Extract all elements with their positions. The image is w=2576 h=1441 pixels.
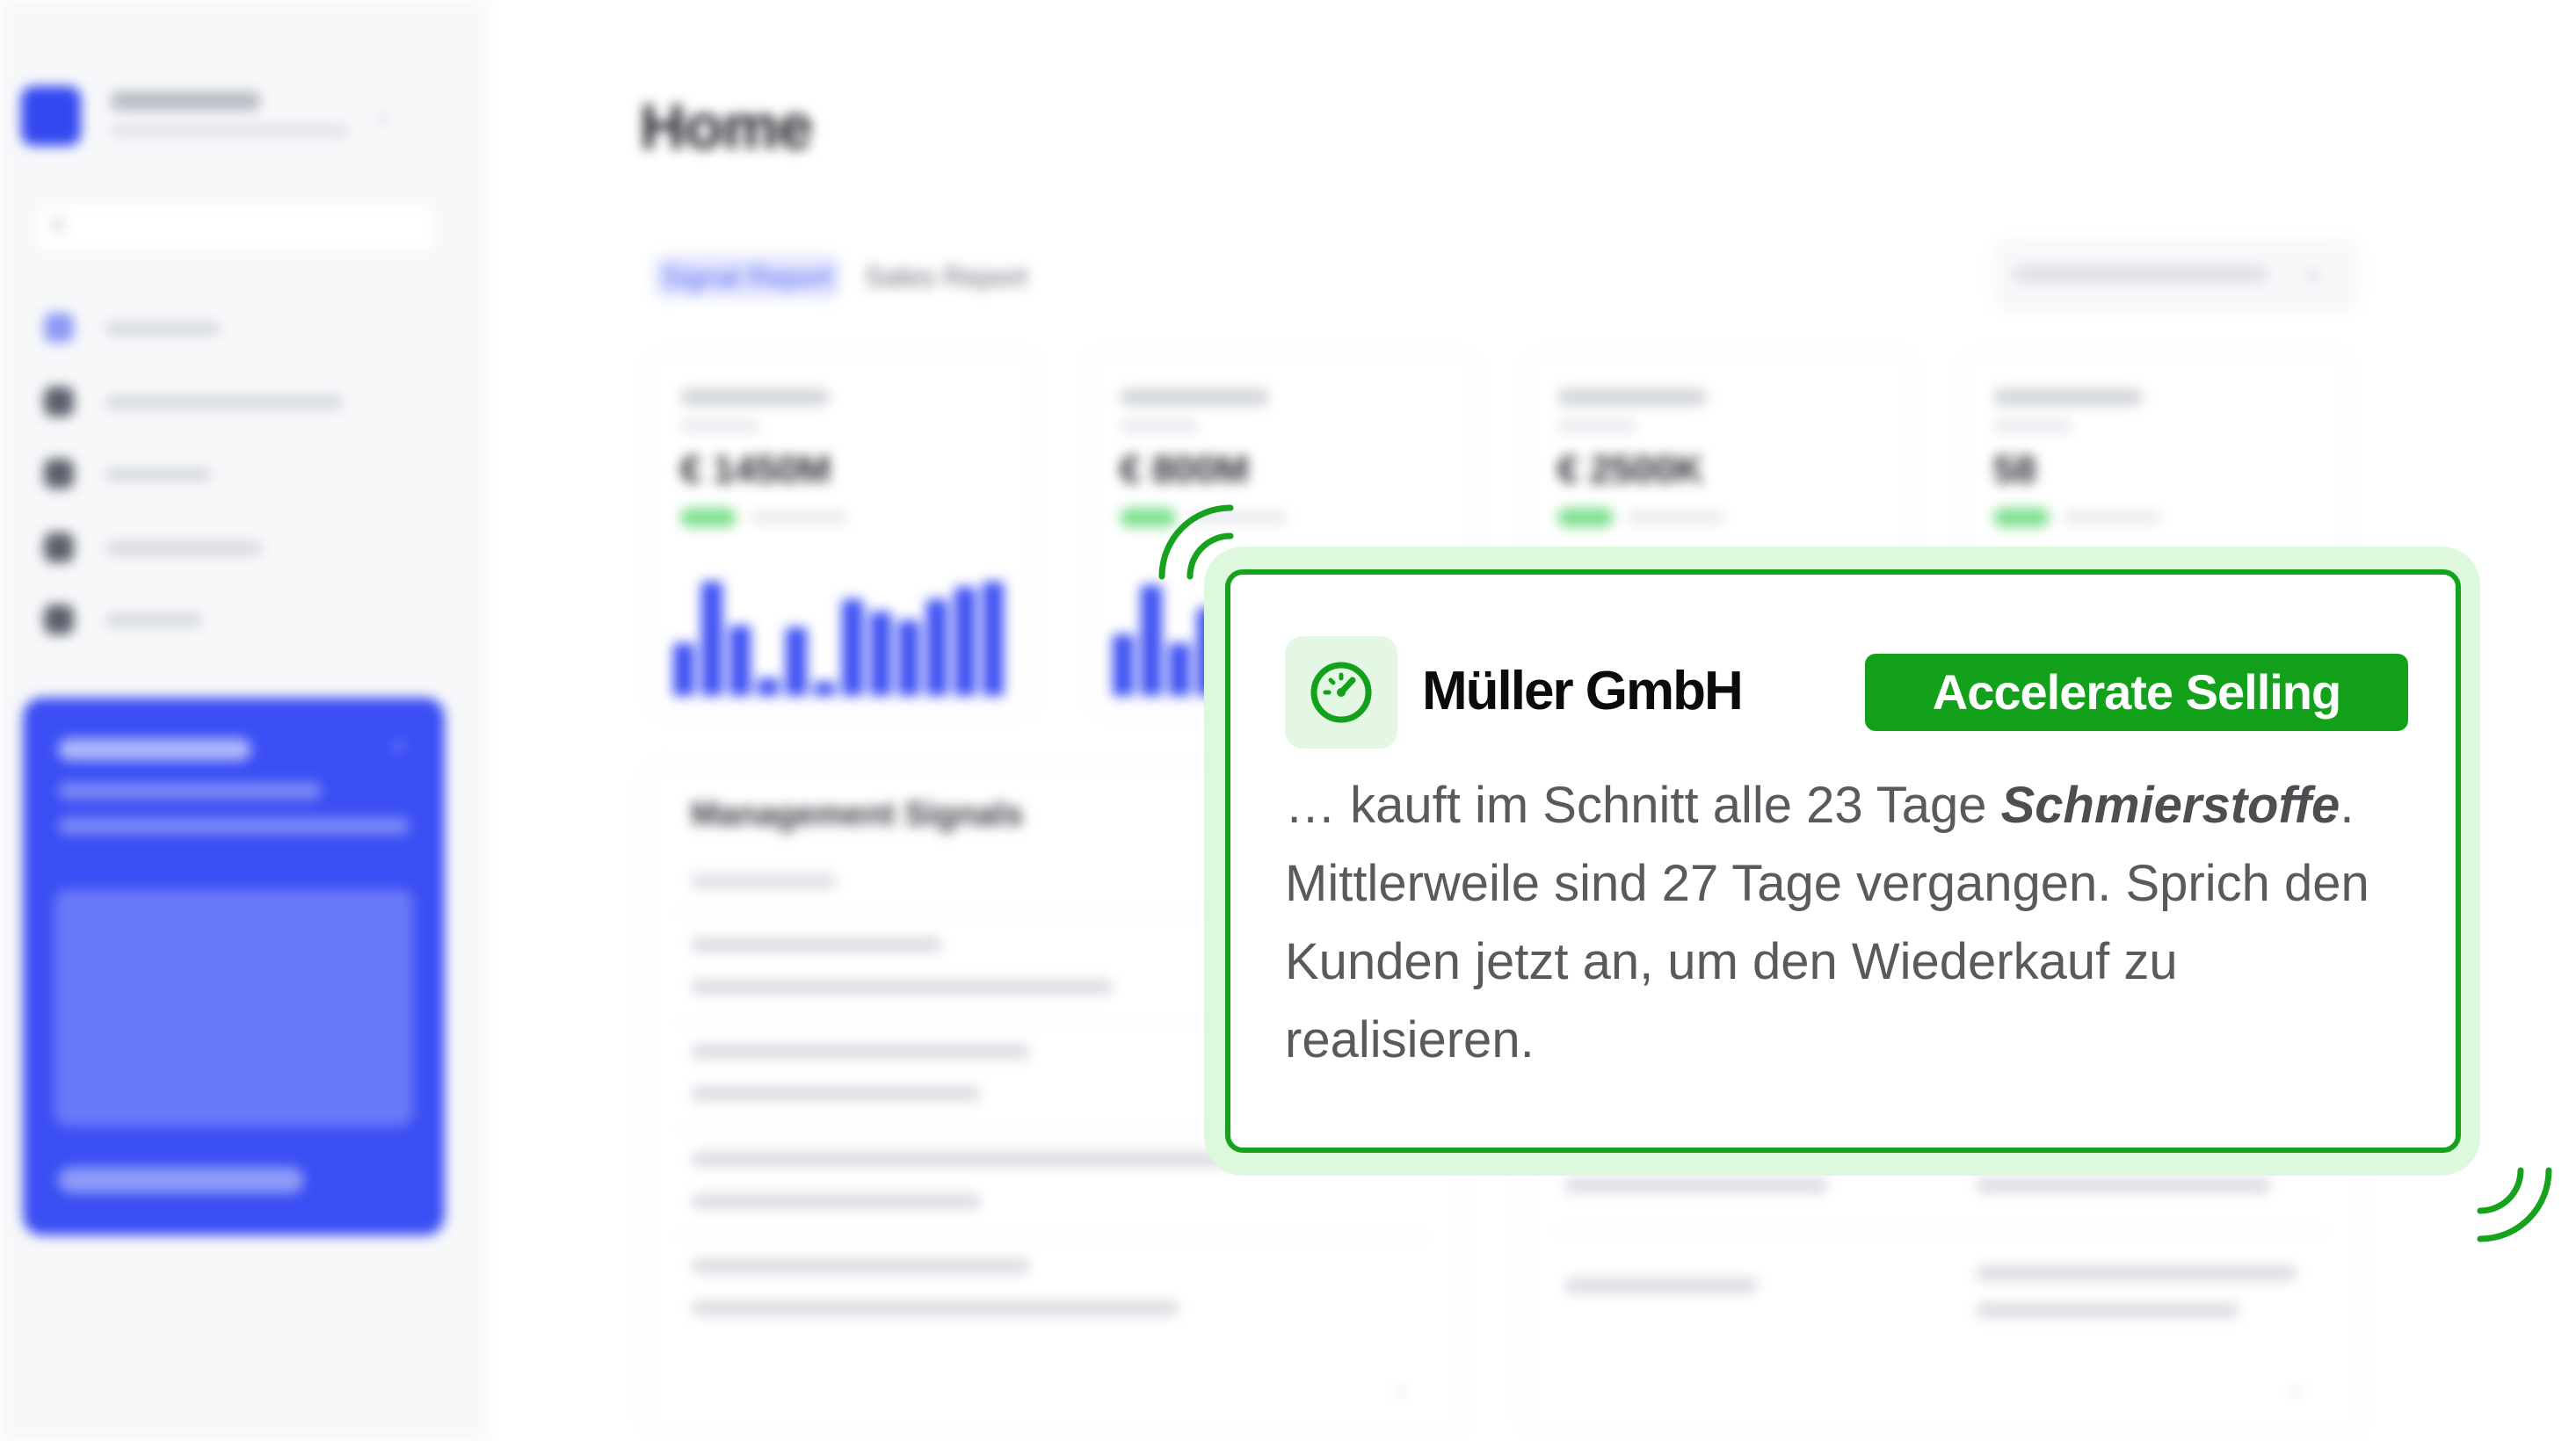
kpi-label-placeholder (1557, 388, 1707, 406)
kpi-delta-text-placeholder (2064, 511, 2160, 524)
icon-tile (1285, 636, 1397, 749)
bar (1113, 634, 1134, 696)
kpi-label-placeholder (1993, 388, 2143, 406)
promo-text-placeholder (58, 782, 322, 800)
promo-button[interactable] (58, 1167, 304, 1193)
kpi-sublabel-placeholder (1993, 420, 2072, 432)
tab-signal-report[interactable]: Signal Report (654, 255, 840, 299)
kpi-delta-text-placeholder (1628, 511, 1724, 524)
promo-card: × (23, 698, 445, 1235)
divider (675, 1235, 1431, 1237)
table-row[interactable] (1976, 1265, 2297, 1281)
sidebar-item-label-placeholder (105, 322, 220, 336)
bar (898, 620, 919, 696)
bar (983, 582, 1004, 696)
speedometer-icon (1310, 662, 1372, 723)
promo-text-placeholder (58, 817, 410, 835)
date-range-value-placeholder (2013, 265, 2268, 283)
bar (786, 627, 807, 696)
kpi-delta-badge (1993, 508, 2050, 527)
nav-icon (44, 387, 74, 416)
nav-icon (44, 605, 74, 634)
company-name: Müller GmbH (1422, 661, 1744, 721)
table-row[interactable] (691, 1044, 1030, 1060)
bar (1169, 643, 1190, 696)
table-row[interactable] (1976, 1177, 2271, 1193)
workspace-name-placeholder[interactable] (111, 91, 260, 111)
kpi-delta-badge (680, 508, 737, 527)
message-text: … kauft im Schnitt alle 23 Tage (1285, 777, 2001, 834)
tab-sales-report[interactable]: Sales Report (865, 255, 1058, 299)
kpi-label-placeholder (1120, 388, 1269, 406)
kpi-delta-text-placeholder (751, 511, 847, 524)
bar (926, 599, 947, 696)
table-row[interactable] (691, 1300, 1179, 1316)
signal-popup[interactable]: Müller GmbH Accelerate Selling … kauft i… (1225, 569, 2461, 1153)
chevron-down-icon: ⌄ (2303, 257, 2324, 284)
management-signals-title: Management Signals (691, 796, 1023, 833)
bar (701, 582, 722, 696)
divider (1554, 1230, 2327, 1232)
bar (758, 678, 779, 696)
bar (729, 626, 751, 696)
home-icon (44, 313, 74, 343)
search-icon: ⚲ (51, 214, 66, 236)
bar (870, 612, 891, 696)
sidebar-item-label-placeholder (105, 613, 202, 627)
kpi-sublabel-placeholder (680, 420, 759, 432)
kpi-value: 58 (1993, 448, 2036, 491)
kpi-delta-badge (1557, 508, 1614, 527)
table-row[interactable] (1564, 1278, 1758, 1293)
sidebar-item-label-placeholder (105, 541, 262, 555)
sidebar-item-label-placeholder (105, 467, 211, 482)
signal-badge: Accelerate Selling (1865, 654, 2408, 731)
bar (954, 587, 976, 696)
kpi-card[interactable]: € 1450M (647, 351, 1037, 715)
date-range-select[interactable]: ⌄ (1992, 239, 2361, 311)
table-row[interactable] (691, 1151, 1236, 1167)
chevron-down-icon[interactable]: ⌄ (373, 104, 395, 127)
chevron-right-icon[interactable]: › (2292, 1378, 2300, 1402)
kpi-value: € 800M (1120, 448, 1249, 491)
table-row[interactable] (691, 937, 942, 952)
table-row[interactable] (691, 979, 1113, 995)
promo-title-placeholder (58, 738, 251, 761)
table-row[interactable] (691, 1193, 981, 1209)
page-title: Home (640, 92, 813, 163)
promo-image (54, 889, 413, 1126)
table-row[interactable] (1564, 1177, 1828, 1193)
table-row[interactable] (1976, 1302, 2239, 1318)
signal-message: … kauft im Schnitt alle 23 Tage Schmiers… (1285, 766, 2375, 1079)
sidebar: ⌄ ⚲ × (0, 0, 489, 1441)
kpi-value: € 2500K (1557, 448, 1704, 491)
sidebar-search-input[interactable] (35, 200, 436, 255)
nav-icon (44, 532, 74, 562)
kpi-sparkbars (670, 564, 1021, 696)
sidebar-item-label-placeholder (105, 395, 343, 409)
workspace-logo[interactable] (21, 86, 81, 146)
workspace-subtitle-placeholder (111, 125, 348, 137)
table-row[interactable] (691, 1086, 981, 1102)
bar (842, 599, 863, 696)
kpi-sublabel-placeholder (1120, 420, 1199, 432)
chevron-right-icon[interactable]: › (1396, 1378, 1404, 1402)
table-header-placeholder (691, 873, 837, 889)
kpi-label-placeholder (680, 388, 830, 406)
kpi-sublabel-placeholder (1557, 420, 1636, 432)
bar (814, 682, 835, 696)
signal-waves-icon (2477, 1167, 2552, 1242)
bar (673, 643, 694, 696)
kpi-value: € 1450M (680, 448, 831, 491)
nav-icon (44, 459, 74, 489)
bar (1141, 585, 1162, 696)
close-icon[interactable]: × (392, 735, 405, 757)
product-category: Schmierstoffe (2000, 777, 2340, 834)
table-row[interactable] (691, 1258, 1030, 1274)
